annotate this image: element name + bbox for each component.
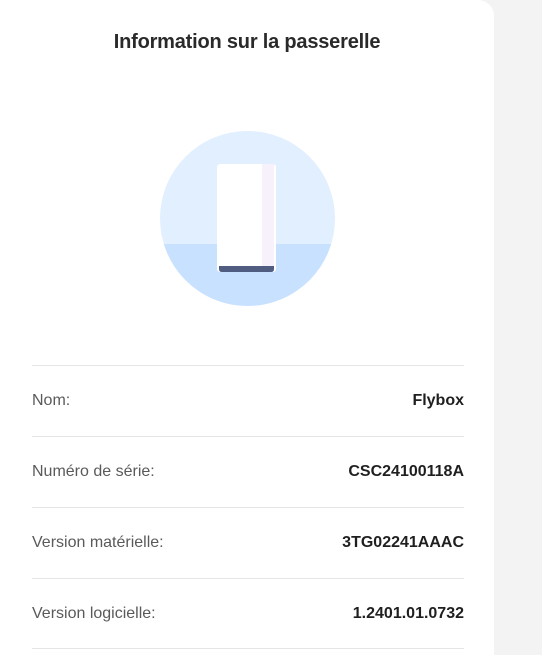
device-side — [262, 164, 274, 270]
gateway-info-panel: Information sur la passerelle Nom: Flybo… — [0, 0, 494, 655]
info-row-software: Version logicielle: 1.2401.01.0732 — [32, 578, 464, 649]
hardware-version-value: 3TG02241AAAC — [342, 534, 464, 551]
serial-value: CSC24100118A — [348, 463, 464, 480]
info-row-hardware: Version matérielle: 3TG02241AAAC — [32, 507, 464, 578]
name-value: Flybox — [412, 392, 464, 409]
hardware-version-label: Version matérielle: — [32, 534, 164, 551]
info-row-serial: Numéro de série: CSC24100118A — [32, 436, 464, 507]
info-row-name: Nom: Flybox — [32, 365, 464, 436]
info-list: Nom: Flybox Numéro de série: CSC24100118… — [32, 365, 464, 649]
serial-label: Numéro de série: — [32, 463, 155, 480]
software-version-label: Version logicielle: — [32, 604, 156, 622]
device-base — [219, 266, 274, 272]
software-version-value: 1.2401.01.0732 — [352, 604, 464, 622]
panel-title: Information sur la passerelle — [113, 31, 381, 53]
gateway-device-icon — [160, 131, 335, 306]
name-label: Nom: — [32, 392, 71, 409]
